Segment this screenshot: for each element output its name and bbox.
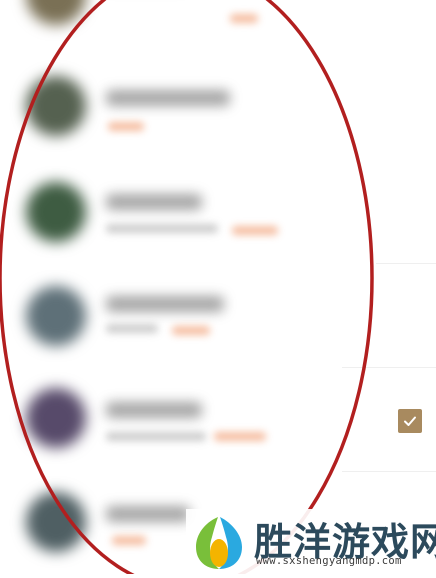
- watermark: 胜洋游戏网 www.sxshengyangmdp.com: [186, 509, 436, 574]
- contact-avatar: [26, 182, 86, 242]
- contact-subtitle-blurred: [106, 324, 158, 333]
- watermark-url: www.sxshengyangmdp.com: [256, 555, 402, 567]
- contact-name-blurred: [106, 90, 230, 106]
- divider: [376, 263, 436, 264]
- contact-tag-blurred: [172, 326, 210, 335]
- contact-row[interactable]: [0, 366, 436, 472]
- contact-name-blurred: [106, 296, 224, 312]
- contact-tag-blurred: [214, 432, 266, 441]
- contact-avatar: [26, 76, 86, 136]
- contact-list: [0, 0, 436, 574]
- contact-tag-blurred: [108, 122, 144, 131]
- contact-row[interactable]: [0, 260, 436, 366]
- contact-avatar: [26, 388, 86, 448]
- contact-name-blurred: [106, 194, 202, 210]
- contact-row[interactable]: [0, 48, 436, 154]
- contact-name-blurred: [106, 506, 190, 522]
- contact-tag-blurred: [232, 226, 278, 235]
- contact-tag-blurred: [112, 536, 146, 545]
- watermark-logo-icon: [196, 517, 242, 569]
- contact-avatar: [26, 492, 86, 552]
- divider: [342, 471, 436, 472]
- contact-tag-blurred: [230, 14, 258, 23]
- contact-avatar: [26, 0, 86, 25]
- contact-row[interactable]: [0, 154, 436, 260]
- checkmark-icon: [404, 416, 416, 426]
- selection-checkbox[interactable]: [398, 409, 422, 433]
- contact-subtitle-blurred: [106, 432, 206, 441]
- contact-name-blurred: [106, 402, 202, 418]
- contact-row[interactable]: [0, 0, 436, 48]
- contact-subtitle-blurred: [106, 224, 218, 233]
- contact-avatar: [26, 286, 86, 346]
- divider: [342, 367, 436, 368]
